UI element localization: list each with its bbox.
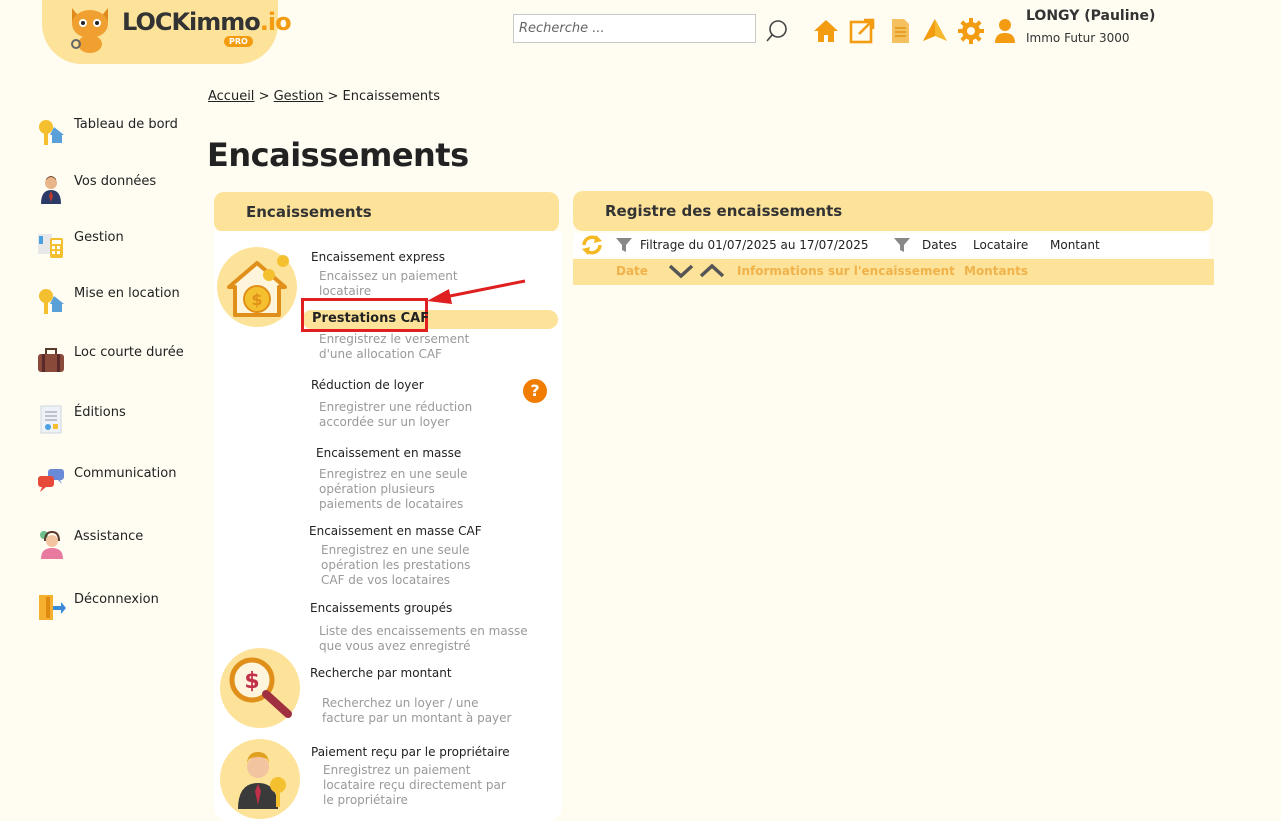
chevron-down-icon[interactable] <box>668 262 694 280</box>
menu-item-prestations-caf[interactable]: Prestations CAF <box>312 311 429 326</box>
support-agent-icon <box>40 530 63 559</box>
menu-item-desc: Enregistrez en une seule opération les pr… <box>321 543 471 587</box>
magnifier-dollar-icon: $ <box>229 657 292 718</box>
logout-door-icon <box>39 595 66 620</box>
logo-text[interactable]: LOCKimmo.io <box>122 8 292 36</box>
home-icon[interactable] <box>813 18 839 44</box>
sidebar-item-vos-donnees[interactable]: Vos données <box>36 174 206 208</box>
breadcrumb-current: Encaissements <box>342 89 441 104</box>
chat-bubbles-icon <box>38 469 64 492</box>
sidebar-item-label: Assistance <box>74 529 144 544</box>
sidebar-item-label: Éditions <box>74 405 126 420</box>
filter-option-montant[interactable]: Montant <box>1050 238 1100 252</box>
chevron-up-icon[interactable] <box>699 262 725 280</box>
sidebar-item-gestion[interactable]: Gestion <box>36 230 206 264</box>
breadcrumb-separator: > <box>327 89 339 104</box>
menu-item-desc: Enregistrez en une seule opération plusie… <box>319 467 468 511</box>
menu-item-desc: Enregistrer une réduction accordée sur un… <box>319 400 473 429</box>
menu-item-desc: Enregistrez un paiement locataire reçu di… <box>323 763 506 807</box>
sidebar-item-tableau-de-bord[interactable]: Tableau de bord <box>36 117 206 151</box>
breadcrumb-separator: > <box>258 89 270 104</box>
sidebar-item-label: Mise en location <box>74 286 180 301</box>
sidebar-item-label: Loc courte durée <box>74 345 184 360</box>
svg-text:$: $ <box>251 290 262 309</box>
sidebar-item-label: Vos données <box>74 174 157 189</box>
sidebar-item-label: Déconnexion <box>74 592 159 607</box>
sidebar-item-loc-courte-duree[interactable]: Loc courte durée <box>36 345 206 379</box>
filter-option-locataire[interactable]: Locataire <box>973 238 1028 252</box>
user-name[interactable]: LONGY (Pauline) <box>1026 8 1155 24</box>
user-company: Immo Futur 3000 <box>1026 31 1130 45</box>
sidebar-item-label: Gestion <box>74 230 124 245</box>
filter-option-dates[interactable]: Dates <box>922 238 957 252</box>
menu-item-encaissement-express[interactable]: Encaissement express <box>311 250 445 264</box>
keys-house-icon <box>39 289 64 314</box>
person-icon <box>41 176 61 204</box>
column-informations[interactable]: Informations sur l'encaissement <box>737 264 955 278</box>
sidebar-item-label: Tableau de bord <box>74 117 178 132</box>
menu-item-desc: Liste des encaissements en masse que vous… <box>319 624 528 653</box>
sidebar-item-assistance[interactable]: Assistance <box>36 529 206 563</box>
help-icon[interactable]: ? <box>523 379 547 403</box>
menu-item-paiement-recu-proprietaire[interactable]: Paiement reçu par le propriétaire <box>311 745 510 759</box>
page-title: Encaissements <box>207 136 469 174</box>
search-icon[interactable] <box>764 18 790 44</box>
external-link-icon[interactable] <box>849 18 875 44</box>
suitcase-icon <box>38 348 64 372</box>
right-panel-header: Registre des encaissements <box>573 191 1213 231</box>
menu-item-encaissement-en-masse[interactable]: Encaissement en masse <box>316 446 461 460</box>
report-icon <box>40 405 62 434</box>
keys-house-icon <box>39 120 64 145</box>
breadcrumb-gestion-link[interactable]: Gestion <box>274 89 324 104</box>
menu-item-desc: Enregistrez le versement d'une allocation… <box>319 332 470 361</box>
menu-item-reduction-de-loyer[interactable]: Réduction de loyer <box>311 378 424 392</box>
sidebar-item-communication[interactable]: Communication <box>36 466 206 500</box>
svg-text:$: $ <box>244 669 259 694</box>
menu-item-encaissement-en-masse-caf[interactable]: Encaissement en masse CAF <box>309 524 482 538</box>
alert-icon[interactable] <box>922 18 948 44</box>
sidebar-item-label: Communication <box>74 466 177 481</box>
sidebar-item-editions[interactable]: Éditions <box>36 405 206 439</box>
sidebar-item-deconnexion[interactable]: Déconnexion <box>36 592 206 626</box>
column-date[interactable]: Date <box>616 264 648 278</box>
filter-icon[interactable] <box>894 237 910 253</box>
gear-icon[interactable] <box>958 18 984 44</box>
breadcrumb-home-link[interactable]: Accueil <box>208 89 254 104</box>
logo-pro-badge: PRO <box>224 36 253 47</box>
user-icon[interactable] <box>992 18 1018 44</box>
sidebar-item-mise-en-location[interactable]: Mise en location <box>36 286 206 320</box>
filter-icon[interactable] <box>616 237 632 253</box>
annotation-arrow-icon <box>427 279 526 304</box>
left-panel-header: Encaissements <box>214 192 559 232</box>
calculator-icon <box>38 234 63 258</box>
menu-item-encaissements-groupes[interactable]: Encaissements groupés <box>310 601 452 615</box>
filter-date-range: Filtrage du 01/07/2025 au 17/07/2025 <box>640 238 869 252</box>
column-montants[interactable]: Montants <box>964 264 1028 278</box>
refresh-icon[interactable] <box>580 234 604 256</box>
house-dollar-icon: $ <box>227 255 289 317</box>
breadcrumb: Accueil > Gestion > Encaissements <box>208 89 440 104</box>
owner-with-key-icon <box>238 752 286 809</box>
search-input[interactable] <box>513 14 756 43</box>
document-icon[interactable] <box>887 18 913 44</box>
menu-item-desc: Recherchez un loyer / une facture par un … <box>322 696 512 725</box>
cat-logo-icon <box>71 8 108 53</box>
menu-item-recherche-par-montant[interactable]: Recherche par montant <box>310 666 452 680</box>
